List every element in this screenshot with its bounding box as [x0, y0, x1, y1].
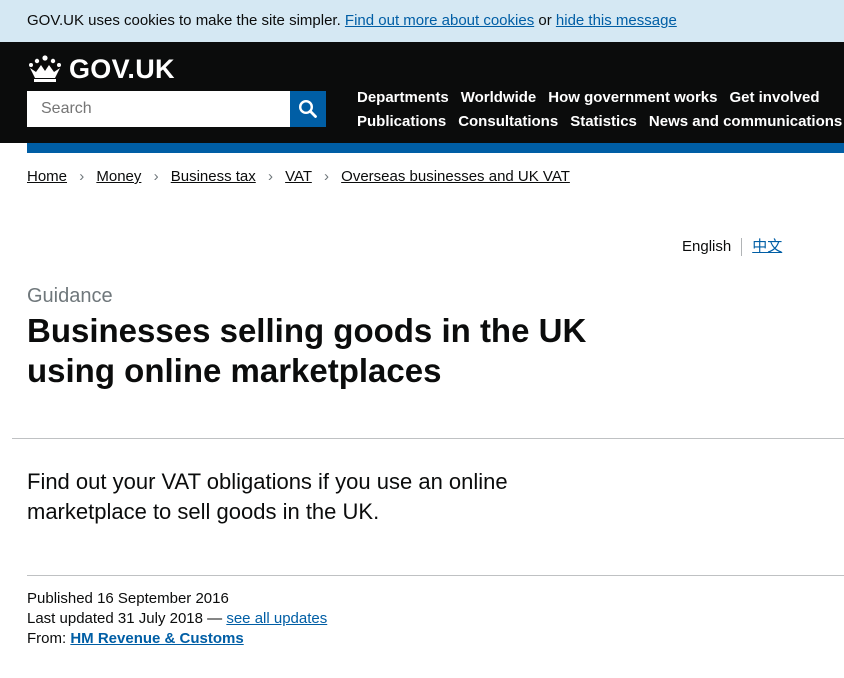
- updated-date: 31 July 2018: [117, 610, 203, 627]
- header-blue-bar: [27, 143, 844, 153]
- nav-news-and-communications[interactable]: News and communications: [649, 111, 842, 133]
- search-input[interactable]: [27, 91, 290, 127]
- breadcrumb-business-tax[interactable]: Business tax: [171, 168, 256, 185]
- breadcrumb: Home › Money › Business tax › VAT › Over…: [27, 167, 570, 187]
- divider: [12, 438, 844, 439]
- breadcrumb-vat[interactable]: VAT: [285, 168, 312, 185]
- cookie-text: GOV.UK uses cookies to make the site sim…: [27, 12, 341, 29]
- language-current: English: [682, 238, 732, 255]
- cookie-message: GOV.UK uses cookies to make the site sim…: [27, 11, 677, 31]
- chevron-right-icon: ›: [323, 168, 329, 185]
- see-all-updates-link[interactable]: see all updates: [226, 610, 327, 627]
- search-button[interactable]: [290, 91, 326, 127]
- nav-departments[interactable]: Departments: [357, 87, 449, 109]
- search-icon: [298, 99, 317, 118]
- chevron-right-icon: ›: [79, 168, 85, 185]
- updated-label: Last updated: [27, 610, 114, 627]
- published-label: Published: [27, 590, 93, 607]
- nav-row-2: Publications Consultations Statistics News …: [357, 111, 844, 133]
- language-switcher: English 中文: [682, 237, 782, 257]
- nav-publications[interactable]: Publications: [357, 111, 446, 133]
- lead-paragraph: Find out your VAT obligations if you use…: [27, 469, 508, 524]
- site-header: GOV.UK Departments Worldwide How governmen…: [0, 42, 844, 143]
- breadcrumb-money[interactable]: Money: [96, 168, 141, 185]
- breadcrumb-home[interactable]: Home: [27, 168, 67, 185]
- updated-line: Last updated 31 July 2018 — see all upda…: [27, 609, 327, 629]
- nav-row-1: Departments Worldwide How government works…: [357, 87, 832, 109]
- publication-metadata: Published 16 September 2016 Last updated…: [27, 589, 327, 649]
- cookie-info-link[interactable]: Find out more about cookies: [345, 12, 534, 29]
- divider: [27, 575, 844, 576]
- chevron-right-icon: ›: [153, 168, 159, 185]
- chevron-right-icon: ›: [267, 168, 273, 185]
- govuk-logo-link[interactable]: GOV.UK: [27, 54, 175, 84]
- breadcrumb-overseas-businesses[interactable]: Overseas businesses and UK VAT: [341, 168, 570, 185]
- page-title: Businesses selling goods in the UK using…: [27, 312, 587, 389]
- from-line: From: HM Revenue & Customs: [27, 629, 327, 649]
- crown-icon: [29, 55, 61, 82]
- cookie-banner: GOV.UK uses cookies to make the site sim…: [0, 0, 844, 42]
- cookie-or-text: or: [538, 12, 552, 29]
- published-line: Published 16 September 2016: [27, 589, 327, 609]
- from-label: From:: [27, 630, 67, 647]
- nav-statistics[interactable]: Statistics: [570, 111, 637, 133]
- hide-cookie-message-link[interactable]: hide this message: [556, 12, 677, 29]
- updated-dash: —: [207, 610, 223, 627]
- nav-get-involved[interactable]: Get involved: [729, 87, 819, 109]
- logo-text: GOV.UK: [69, 54, 175, 84]
- language-chinese-link[interactable]: 中文: [752, 237, 782, 257]
- page-caption: Guidance: [27, 285, 113, 307]
- nav-consultations[interactable]: Consultations: [458, 111, 558, 133]
- nav-how-government-works[interactable]: How government works: [548, 87, 717, 109]
- published-date: 16 September 2016: [97, 590, 229, 607]
- language-divider: [741, 238, 743, 256]
- organisation-link[interactable]: HM Revenue & Customs: [70, 630, 243, 647]
- nav-worldwide[interactable]: Worldwide: [461, 87, 537, 109]
